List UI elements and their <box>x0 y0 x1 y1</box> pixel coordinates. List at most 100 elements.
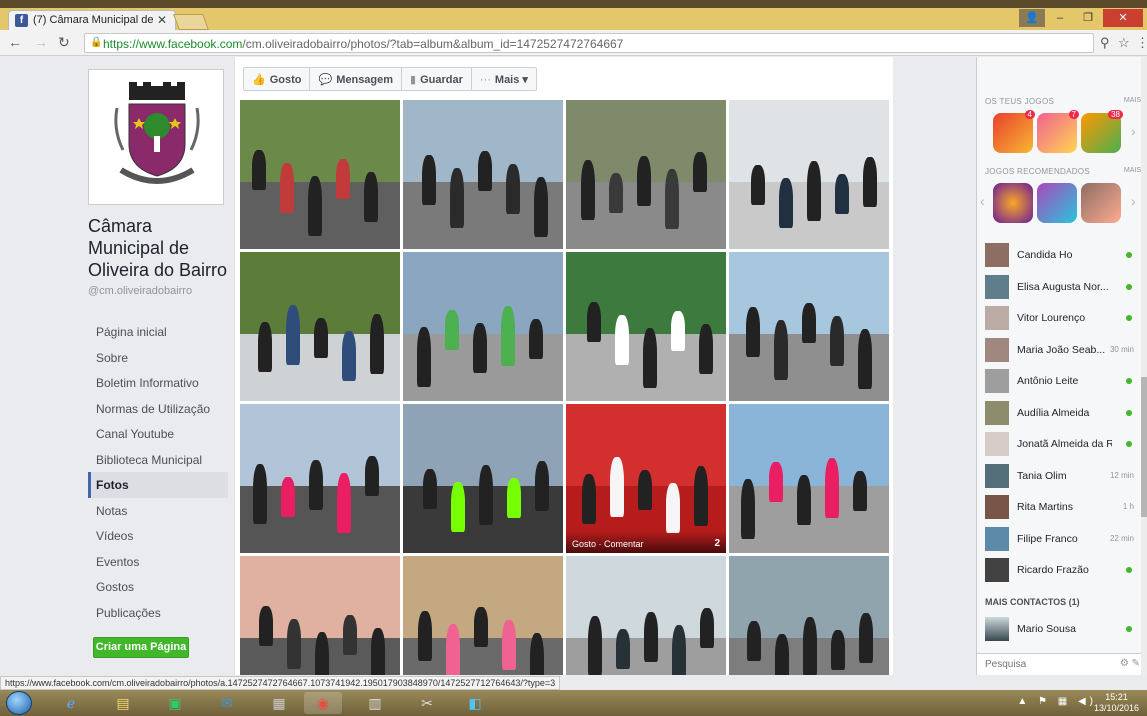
side-nav-item[interactable]: Canal Youtube <box>88 421 228 447</box>
contact-row[interactable]: Filipe Franco 22 min <box>977 523 1147 555</box>
chrome-icon[interactable]: ◉ <box>304 692 342 714</box>
paint-icon[interactable]: ✂ <box>408 692 446 714</box>
games-next-arrow-icon[interactable]: › <box>1131 123 1136 139</box>
contact-row[interactable]: Ricardo Frazão <box>977 554 1147 586</box>
album-photo[interactable] <box>240 404 400 553</box>
new-tab-button[interactable] <box>173 14 209 30</box>
side-nav-item[interactable]: Eventos <box>88 549 228 575</box>
photo-person <box>644 612 658 662</box>
photo-viewer-icon[interactable]: ◧ <box>456 692 494 714</box>
profile-picture[interactable] <box>88 69 224 205</box>
contact-row[interactable]: Tania Olim 12 min <box>977 460 1147 492</box>
slither-game-icon[interactable] <box>993 183 1033 223</box>
file-explorer-icon[interactable]: ▤ <box>104 692 142 714</box>
side-nav-item[interactable]: Fotos <box>88 472 228 498</box>
store-icon[interactable]: ▣ <box>156 692 194 714</box>
bear-game-icon[interactable] <box>1081 183 1121 223</box>
photo-hover-overlay[interactable]: Gosto · Comentar 2 <box>566 531 726 553</box>
reload-icon[interactable]: ↻ <box>58 34 70 51</box>
page-title[interactable]: Câmara Municipal de Oliveira do Bairro <box>88 215 228 281</box>
online-status-dot <box>1126 441 1132 447</box>
user-profile-icon[interactable]: 👤 <box>1019 9 1045 27</box>
recommended-next-arrow-icon[interactable]: › <box>1131 193 1136 209</box>
avatar <box>985 337 1009 362</box>
album-photo[interactable] <box>729 404 889 553</box>
recommended-games-more-link[interactable]: MAIS <box>1124 167 1141 174</box>
start-button[interactable] <box>6 691 32 715</box>
contact-row[interactable]: Elisa Augusta Nor... <box>977 271 1147 303</box>
album-photo[interactable] <box>566 556 726 675</box>
side-nav-item[interactable]: Publicações <box>88 600 228 626</box>
chat-scrollbar[interactable] <box>1141 57 1147 675</box>
calculator-icon[interactable]: ▥ <box>356 692 394 714</box>
chat-search-input[interactable] <box>985 659 1085 670</box>
scrollbar-thumb[interactable] <box>1141 377 1147 517</box>
forward-arrow-icon[interactable]: → <box>34 34 48 50</box>
side-nav-item[interactable]: Notas <box>88 498 228 524</box>
album-photo[interactable] <box>240 100 400 249</box>
album-photo[interactable] <box>729 556 889 675</box>
photo-person <box>666 483 680 533</box>
taskbar-clock[interactable]: 15:21 13/10/2016 <box>1094 692 1139 714</box>
side-nav-item[interactable]: Vídeos <box>88 523 228 549</box>
photo-person <box>314 318 328 358</box>
save-button[interactable]: ▮ Guardar <box>402 68 472 90</box>
side-nav-item[interactable]: Página inicial <box>88 319 228 345</box>
side-nav-item[interactable]: Gostos <box>88 574 228 600</box>
contact-row[interactable]: Rita Martins 1 h <box>977 491 1147 523</box>
message-button[interactable]: 💬 Mensagem <box>310 68 403 90</box>
side-nav-item[interactable]: Biblioteca Municipal <box>88 447 228 473</box>
back-arrow-icon[interactable]: ← <box>8 34 22 50</box>
album-photo[interactable] <box>403 252 563 401</box>
chat-settings-icon[interactable]: ⚙ ✎ <box>1120 658 1140 669</box>
album-photo[interactable]: Gosto · Comentar 2 <box>566 404 726 553</box>
contact-row[interactable]: Maria João Seab... 30 min <box>977 334 1147 366</box>
bookmark-star-icon[interactable]: ☆ <box>1118 35 1130 51</box>
your-games-more-link[interactable]: MAIS <box>1124 97 1141 104</box>
close-window-button[interactable]: ✕ <box>1103 9 1143 27</box>
album-photo[interactable] <box>729 100 889 249</box>
contact-row[interactable]: Mario Sousa <box>977 613 1147 645</box>
album-photo[interactable] <box>403 556 563 675</box>
extension-icon[interactable]: ⚲ <box>1100 35 1110 51</box>
album-photo[interactable] <box>403 100 563 249</box>
like-comment-link[interactable]: Gosto · Comentar <box>572 539 644 549</box>
contact-row[interactable]: Audília Almeida <box>977 397 1147 429</box>
side-nav-item[interactable]: Boletim Informativo <box>88 370 228 396</box>
tab-title: (7) Câmara Municipal de <box>33 14 154 26</box>
games-prev-arrow-icon[interactable]: ‹ <box>980 193 985 209</box>
outlook-icon[interactable]: ✉ <box>208 692 246 714</box>
album-photo[interactable] <box>566 252 726 401</box>
recommended-games-icons <box>993 183 1121 223</box>
puzzle-game-icon[interactable] <box>1037 183 1077 223</box>
photo-person <box>830 316 844 366</box>
farm-game-icon[interactable]: 38 <box>1081 110 1123 153</box>
system-tray-icons[interactable]: ▲ ⚑ ▦ ◀) <box>1017 696 1097 707</box>
album-photo[interactable] <box>729 252 889 401</box>
contact-row[interactable]: Antônio Leite <box>977 365 1147 397</box>
contact-row[interactable]: Vitor Lourenço <box>977 302 1147 334</box>
desktop-top-strip <box>0 0 1147 8</box>
app-grid-icon[interactable]: ▦ <box>260 692 298 714</box>
minimize-button[interactable]: – <box>1047 9 1073 27</box>
album-photo[interactable] <box>240 252 400 401</box>
side-nav-item[interactable]: Normas de Utilização <box>88 396 228 422</box>
album-photo[interactable] <box>240 556 400 675</box>
album-photo[interactable] <box>566 100 726 249</box>
contact-row[interactable]: Candida Ho <box>977 239 1147 271</box>
internet-explorer-icon[interactable]: ℯ <box>52 692 90 714</box>
contact-row[interactable]: Jonatã Almeida da R... <box>977 428 1147 460</box>
maximize-button[interactable]: ❐ <box>1075 9 1101 27</box>
more-button[interactable]: ··· Mais ▾ <box>472 68 536 90</box>
more-dots-icon: ··· <box>479 74 491 86</box>
candy-crush-game-icon[interactable]: 4 <box>993 110 1035 153</box>
album-photo[interactable] <box>403 404 563 553</box>
create-page-button[interactable]: Criar uma Página <box>93 637 189 658</box>
candy-crush-soda-game-icon[interactable]: 7 <box>1037 110 1079 153</box>
url-field[interactable]: 🔒 https://www.facebook.com/cm.oliveirado… <box>84 33 1094 53</box>
menu-dots-icon[interactable]: ⋮ <box>1136 35 1147 51</box>
like-page-button[interactable]: 👍 Gosto <box>244 68 311 90</box>
side-nav-item[interactable]: Sobre <box>88 345 228 371</box>
browser-tab[interactable]: f (7) Câmara Municipal de ✕ <box>8 10 176 30</box>
tab-close-icon[interactable]: ✕ <box>157 13 167 27</box>
